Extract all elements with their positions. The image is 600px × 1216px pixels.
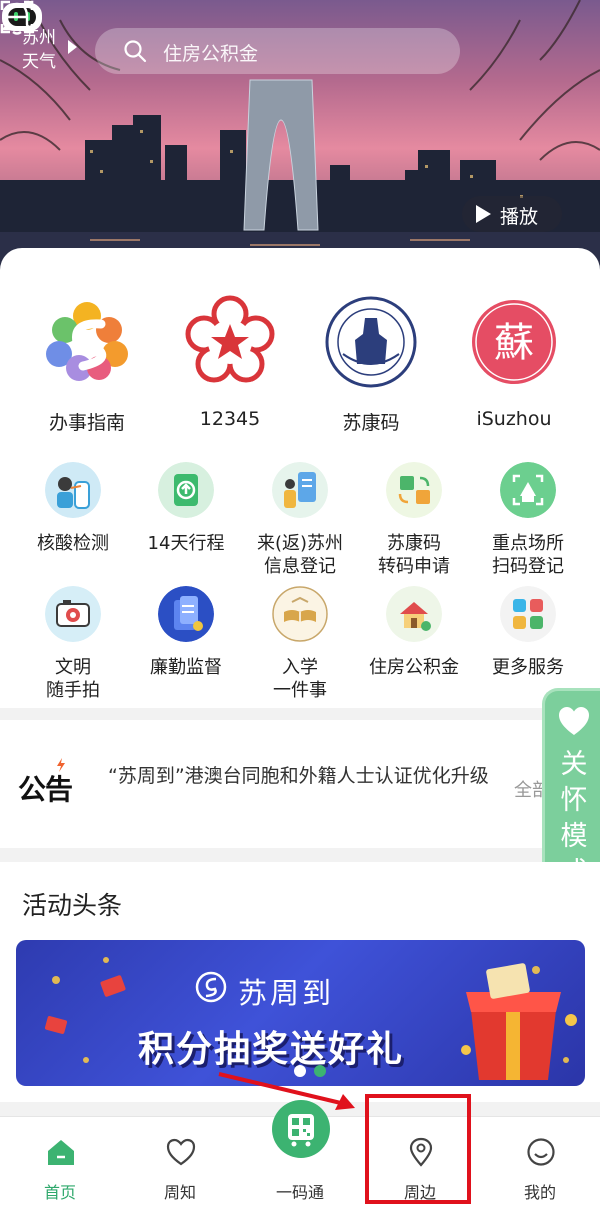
tab-mine-label: 我的 bbox=[523, 1183, 556, 1202]
annotation-arrow bbox=[218, 1072, 355, 1110]
search-icon bbox=[124, 40, 147, 63]
service-civilization-photo-label: 文明 随手拍 bbox=[46, 657, 100, 701]
service-isuzhou-label: iSuzhou bbox=[476, 408, 552, 430]
service-school-enrollment[interactable]: 入学 一件事 bbox=[240, 586, 360, 702]
tab-notice[interactable]: 周知 bbox=[130, 1117, 230, 1216]
service-housing-fund[interactable]: 住房公积金 bbox=[354, 586, 474, 679]
play-label: 播放 bbox=[500, 206, 539, 228]
tab-mine[interactable]: 我的 bbox=[490, 1117, 590, 1216]
banner-promo: 积分抽奖送好礼 bbox=[138, 1029, 405, 1070]
heart-icon bbox=[559, 707, 589, 735]
service-venue-scan[interactable]: 重点场所 扫码登记 bbox=[468, 462, 588, 578]
service-itinerary[interactable]: 14天行程 bbox=[126, 462, 246, 555]
service-health-code-label: 苏康码 bbox=[342, 412, 400, 434]
service-12345[interactable]: 12345 bbox=[160, 294, 300, 430]
smiley-icon bbox=[527, 1138, 555, 1166]
registration-icon bbox=[272, 462, 328, 518]
service-nucleic-test-label: 核酸检测 bbox=[37, 533, 109, 554]
service-12345-label: 12345 bbox=[199, 408, 261, 430]
banner-brand: 苏周到 bbox=[238, 976, 335, 1010]
service-itinerary-label: 14天行程 bbox=[147, 533, 225, 554]
search-input[interactable]: 住房公积金 bbox=[95, 28, 460, 74]
service-return-registration-label: 来(返)苏州 信息登记 bbox=[256, 533, 344, 577]
svg-text:蘇: 蘇 bbox=[494, 320, 534, 366]
service-integrity-supervision-label: 廉勤监督 bbox=[150, 657, 222, 678]
brand-logo-icon bbox=[195, 971, 227, 1003]
su-character-badge-icon: 蘇 bbox=[472, 300, 556, 384]
tab-home-label: 首页 bbox=[43, 1183, 76, 1202]
health-commission-seal-icon bbox=[325, 296, 417, 388]
service-nucleic-test[interactable]: 核酸检测 bbox=[13, 462, 133, 555]
service-code-transfer[interactable]: 苏康码 转码申请 bbox=[354, 462, 474, 578]
home-icon bbox=[48, 1140, 74, 1165]
activity-title: 活动头条 bbox=[22, 891, 123, 920]
lightning-icon bbox=[57, 758, 65, 772]
announcement-bar[interactable]: 公告 “苏周到”港澳台同胞和外籍人士认证优化升级 全部 bbox=[0, 720, 600, 848]
venue-scan-icon bbox=[500, 462, 556, 518]
service-return-registration[interactable]: 来(返)苏州 信息登记 bbox=[240, 462, 360, 578]
play-icon bbox=[476, 205, 491, 223]
service-isuzhou[interactable]: 蘇 iSuzhou bbox=[444, 294, 584, 430]
colorful-s-logo-icon bbox=[46, 302, 128, 381]
service-health-code[interactable]: 苏康码 bbox=[301, 294, 441, 435]
hero-banner: 苏州 天气 住房公积金 播放 bbox=[0, 0, 600, 270]
tab-notice-label: 周知 bbox=[163, 1183, 196, 1202]
camera-icon bbox=[45, 586, 101, 642]
announcement-text: “苏周到”港澳台同胞和外籍人士认证优化升级 bbox=[108, 765, 489, 787]
service-guide-label: 办事指南 bbox=[48, 412, 125, 434]
more-services-grid-icon bbox=[500, 586, 556, 642]
search-placeholder: 住房公积金 bbox=[163, 43, 259, 65]
itinerary-card-icon bbox=[158, 462, 214, 518]
education-book-icon bbox=[272, 586, 328, 642]
service-housing-fund-label: 住房公积金 bbox=[369, 657, 459, 678]
tab-home[interactable]: 首页 bbox=[10, 1117, 110, 1216]
code-transfer-icon bbox=[386, 462, 442, 518]
housing-fund-icon bbox=[386, 586, 442, 642]
nucleic-test-icon bbox=[45, 462, 101, 518]
service-civilization-photo[interactable]: 文明 随手拍 bbox=[13, 586, 133, 702]
announcement-tag-label: 公告 bbox=[18, 773, 73, 806]
announcement-tag: 公告 bbox=[18, 758, 73, 808]
annotation-highlight-box bbox=[365, 1094, 471, 1204]
supervision-icon bbox=[158, 586, 214, 642]
heart-icon bbox=[166, 1138, 196, 1166]
service-venue-scan-label: 重点场所 扫码登记 bbox=[492, 533, 564, 577]
service-school-enrollment-label: 入学 一件事 bbox=[273, 657, 327, 701]
service-code-transfer-label: 苏康码 转码申请 bbox=[378, 533, 450, 577]
service-more-label: 更多服务 bbox=[492, 657, 564, 678]
services-card: 办事指南 12345 苏康码 蘇 iSuzhou 核酸检测 14天行程 来(返)… bbox=[0, 248, 600, 708]
red-star-emblem-icon bbox=[185, 295, 275, 383]
activity-section: 活动头条 苏周到 积分抽奖送好礼 bbox=[0, 862, 600, 1102]
play-button[interactable]: 播放 bbox=[462, 196, 562, 232]
play-triangle-icon bbox=[68, 40, 77, 54]
tab-one-code-label: 一码通 bbox=[275, 1183, 324, 1202]
scan-icon[interactable] bbox=[0, 0, 34, 34]
service-integrity-supervision[interactable]: 廉勤监督 bbox=[126, 586, 246, 679]
service-more[interactable]: 更多服务 bbox=[468, 586, 588, 679]
activity-banner[interactable]: 苏周到 积分抽奖送好礼 bbox=[16, 940, 585, 1086]
weather-label: 天气 bbox=[22, 52, 56, 72]
service-guide[interactable]: 办事指南 bbox=[17, 294, 157, 435]
